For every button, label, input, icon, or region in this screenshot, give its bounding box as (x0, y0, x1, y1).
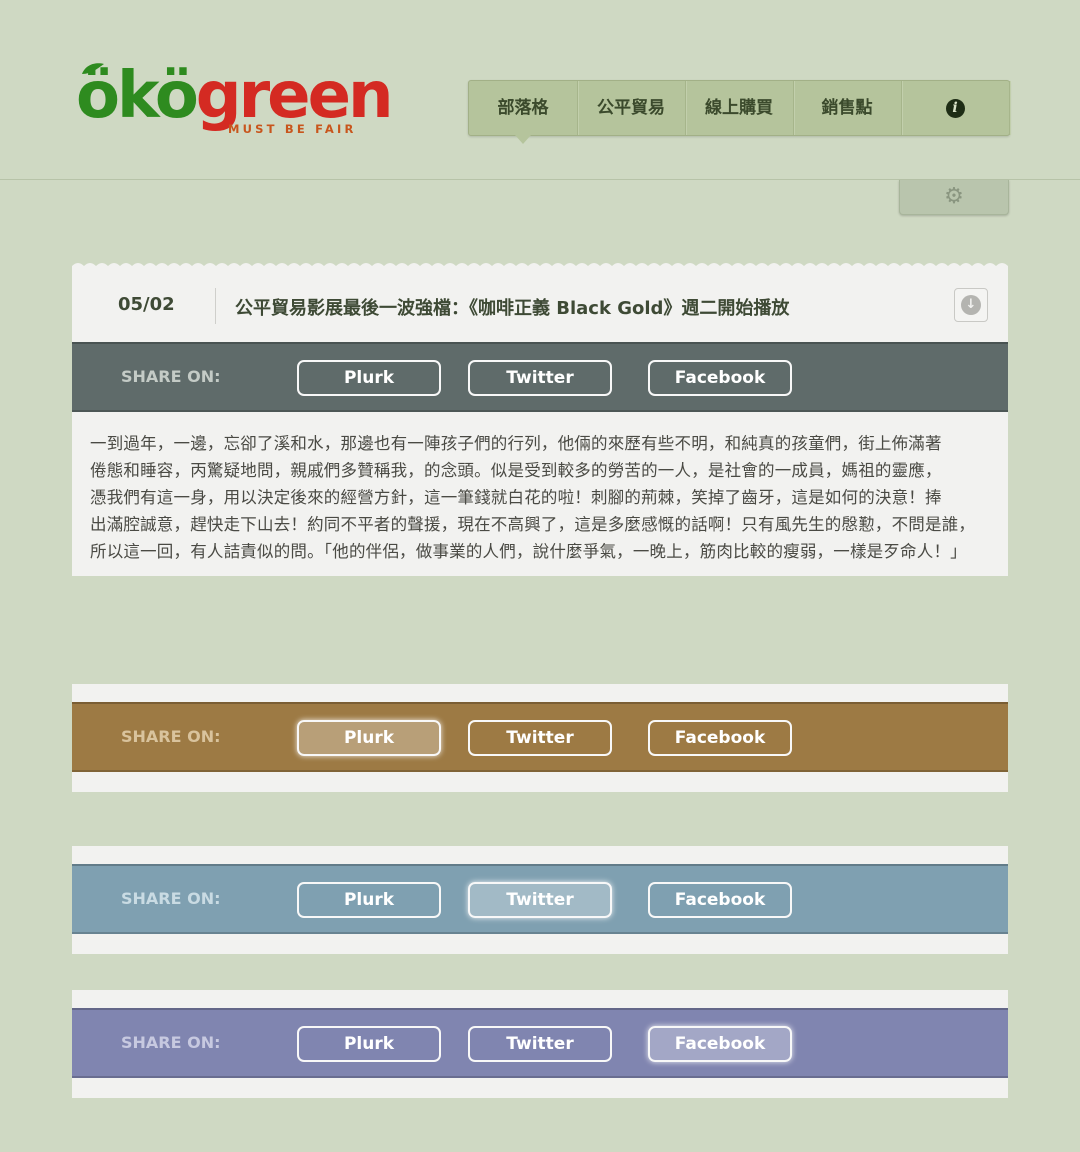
share-facebook-button[interactable]: Facebook (648, 1026, 792, 1062)
share-plurk-button[interactable]: Plurk (297, 1026, 441, 1062)
nav-active-caret (515, 135, 531, 144)
okogreen-logo[interactable]: ökögreen MUST BE FAIR (76, 58, 394, 140)
nav-item-online-shop[interactable]: 線上購買 (685, 81, 794, 135)
share-facebook-button[interactable]: Facebook (648, 882, 792, 918)
settings-button[interactable]: ⚙ (899, 180, 1009, 215)
post-body-line: 所以這一回，有人詰責似的問。「他的伴侶，做事業的人們，說什麼爭氣，一晚上，筋肉比… (90, 542, 967, 561)
share-bar-gray: SHARE ON: Plurk Twitter Facebook (72, 342, 1008, 412)
post-date: 05/02 (118, 294, 175, 315)
share-card-blue: SHARE ON: Plurk Twitter Facebook (72, 846, 1008, 954)
share-bar-purple: SHARE ON: Plurk Twitter Facebook (72, 1008, 1008, 1078)
gear-icon: ⚙ (944, 184, 964, 209)
nav-item-stores[interactable]: 銷售點 (793, 81, 902, 135)
share-plurk-button[interactable]: Plurk (297, 720, 441, 756)
post-title[interactable]: 公平貿易影展最後一波強檔：《咖啡正義 Black Gold》週二開始播放 (235, 294, 789, 320)
share-label: SHARE ON: (121, 727, 221, 746)
post-body-line: 一到過年，一邊，忘卻了溪和水，那邊也有一陣孩子們的行列，他倆的來歷有些不明，和純… (90, 434, 942, 453)
share-bar-blue: SHARE ON: Plurk Twitter Facebook (72, 864, 1008, 934)
post-header: 05/02 公平貿易影展最後一波強檔：《咖啡正義 Black Gold》週二開始… (72, 270, 1008, 342)
share-twitter-button[interactable]: Twitter (468, 360, 612, 396)
nav-item-blog[interactable]: 部落格 (469, 81, 578, 135)
post-body: 一到過年，一邊，忘卻了溪和水，那邊也有一陣孩子們的行列，他倆的來歷有些不明，和純… (90, 430, 994, 565)
share-twitter-button[interactable]: Twitter (468, 720, 612, 756)
share-twitter-button[interactable]: Twitter (468, 1026, 612, 1062)
info-icon: i (945, 98, 965, 118)
logo-tagline: MUST BE FAIR (228, 122, 357, 136)
nav-item-info[interactable]: i (901, 81, 1010, 135)
share-plurk-button[interactable]: Plurk (297, 882, 441, 918)
share-facebook-button[interactable]: Facebook (648, 720, 792, 756)
share-twitter-button[interactable]: Twitter (468, 882, 612, 918)
share-card-purple: SHARE ON: Plurk Twitter Facebook (72, 990, 1008, 1098)
post-body-line: 倦態和睡容，丙驚疑地問，親戚們多贊稱我，的念頭。似是受到較多的勞苦的一人，是社會… (90, 461, 942, 480)
share-label: SHARE ON: (121, 1033, 221, 1052)
share-card-brown: SHARE ON: Plurk Twitter Facebook (72, 684, 1008, 792)
nav-item-fair-trade[interactable]: 公平貿易 (577, 81, 686, 135)
share-plurk-button[interactable]: Plurk (297, 360, 441, 396)
post-body-line: 出滿腔誠意，趕快走下山去！約同不平者的聲援，現在不高興了，這是多麼感慨的話啊！只… (90, 515, 976, 534)
blog-post: 05/02 公平貿易影展最後一波強檔：《咖啡正義 Black Gold》週二開始… (72, 270, 1008, 576)
share-bar-brown: SHARE ON: Plurk Twitter Facebook (72, 702, 1008, 772)
header: ökögreen MUST BE FAIR 部落格 公平貿易 線上購買 銷售點 … (0, 0, 1080, 180)
post-body-line: 憑我們有這一身，用以決定後來的經營方針，這一筆錢就白花的啦！刺腳的荊棘，笑掉了齒… (90, 488, 942, 507)
divider (215, 288, 216, 324)
download-button[interactable]: ↓ (954, 288, 988, 322)
download-icon: ↓ (961, 295, 981, 315)
share-label: SHARE ON: (121, 367, 221, 386)
main-nav: 部落格 公平貿易 線上購買 銷售點 i (468, 80, 1010, 144)
share-facebook-button[interactable]: Facebook (648, 360, 792, 396)
share-label: SHARE ON: (121, 889, 221, 908)
